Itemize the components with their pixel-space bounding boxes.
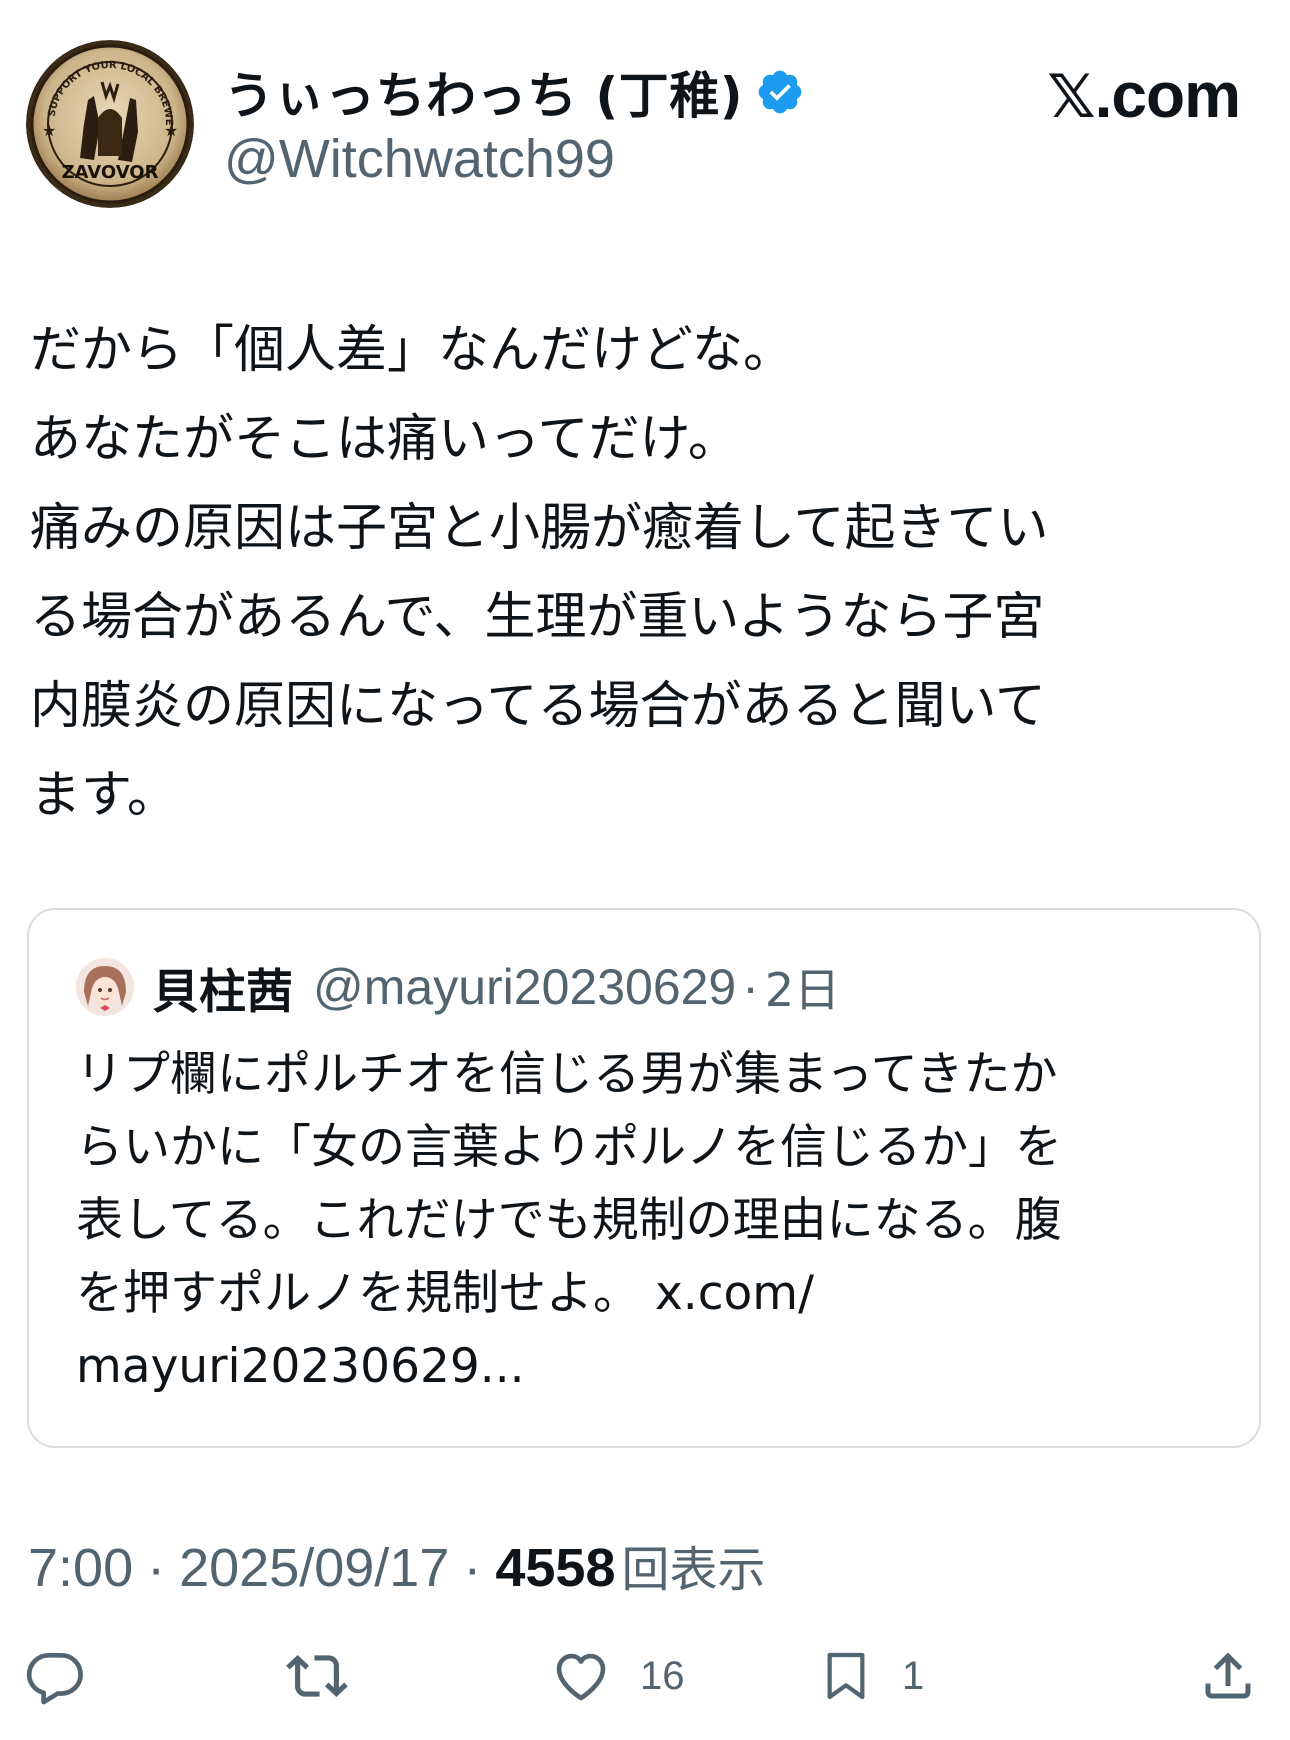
retweet-button[interactable] — [284, 1640, 378, 1712]
brand-domain: .com — [1094, 59, 1241, 131]
svg-text:★: ★ — [42, 121, 56, 140]
tweet-date[interactable]: 2025/09/17 — [179, 1537, 449, 1599]
share-button[interactable] — [1198, 1640, 1258, 1712]
x-brand-logo: 𝕏.com — [1047, 58, 1241, 132]
share-icon — [1205, 1652, 1251, 1699]
quoted-tweet-text: リプ欄にポルチオを信じる男が集まってきたか らいかに「女の言葉よりポルノを信じる… — [76, 1047, 1063, 1394]
svg-text:★: ★ — [164, 121, 178, 140]
author-avatar[interactable]: SUPPORT YOUR LOCAL BREWERY ★ ★ ZAVOVOR — [26, 40, 194, 208]
meta-separator: · — [463, 1538, 482, 1598]
meta-separator: · — [147, 1538, 166, 1598]
reply-button[interactable] — [24, 1640, 114, 1712]
quoted-display-name[interactable]: 貝柱茜 — [152, 953, 293, 1022]
quoted-timestamp[interactable]: 2日 — [765, 954, 840, 1020]
reply-icon — [26, 1653, 83, 1705]
x-logo-icon: 𝕏 — [1047, 62, 1095, 132]
like-button[interactable]: 16 — [550, 1640, 685, 1712]
tweet-text: だから「個人差」なんだけどな。 あなたがそこは痛いってだけ。 痛みの原因は子宮と… — [30, 321, 1049, 825]
quoted-separator: · — [742, 959, 759, 1015]
bookmark-count: 1 — [902, 1653, 925, 1698]
quoted-header: 貝柱茜 @mayuri20230629 · 2日 — [152, 950, 840, 1024]
view-count-label: 回表示 — [621, 1542, 766, 1598]
verified-badge-icon — [755, 67, 805, 117]
brewery-logo-avatar-icon: SUPPORT YOUR LOCAL BREWERY ★ ★ ZAVOVOR — [26, 40, 194, 208]
heart-icon — [556, 1653, 606, 1701]
bookmark-icon — [827, 1652, 865, 1700]
quoted-handle[interactable]: @mayuri20230629 — [313, 958, 736, 1016]
like-count: 16 — [640, 1653, 685, 1698]
bookmark-button[interactable]: 1 — [818, 1640, 924, 1712]
tweet-meta: 7:00 · 2025/09/17 · 4558 回表示 — [28, 1530, 766, 1600]
author-handle[interactable]: @Witchwatch99 — [224, 128, 615, 190]
svg-text:ZAVOVOR: ZAVOVOR — [62, 162, 159, 183]
tweet-time[interactable]: 7:00 — [28, 1537, 133, 1599]
quoted-author-avatar[interactable] — [76, 958, 134, 1016]
view-count: 4558 — [495, 1538, 616, 1598]
retweet-icon — [286, 1655, 348, 1697]
anime-girl-avatar-icon — [76, 958, 134, 1016]
author-name-row[interactable]: うぃっちわっち (丁稚) — [224, 52, 805, 132]
author-display-name[interactable]: うぃっちわっち (丁稚) — [224, 56, 743, 128]
